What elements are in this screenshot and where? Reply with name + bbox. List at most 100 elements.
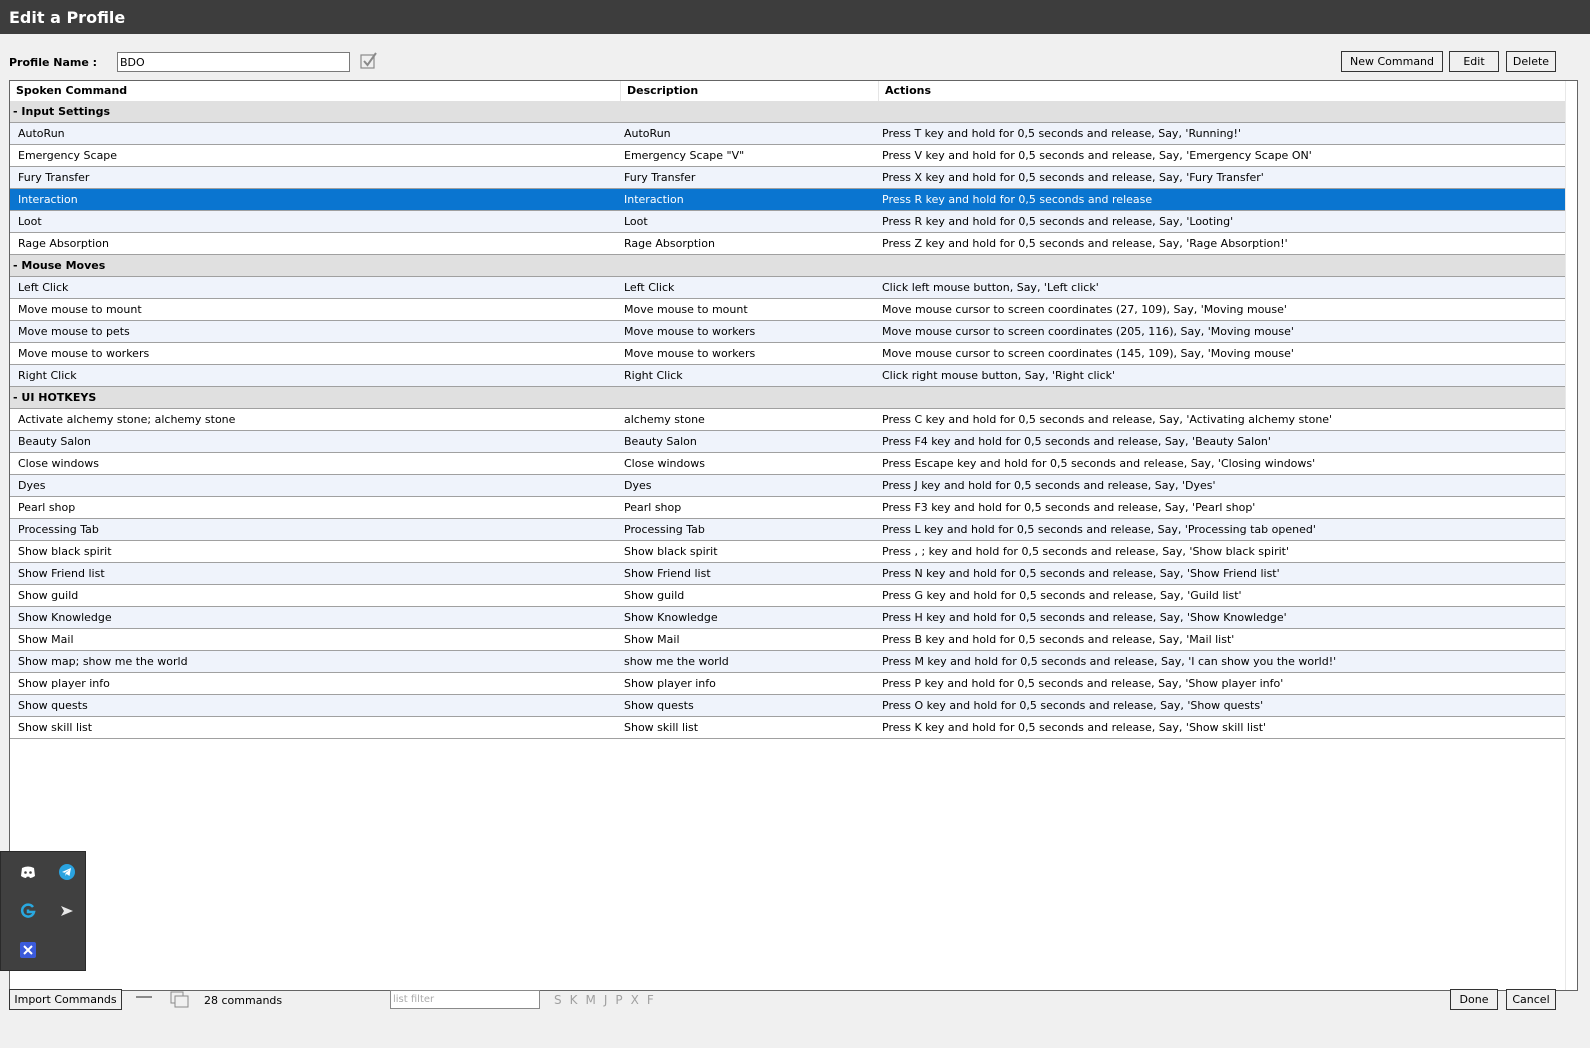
description-cell: Show black spirit: [624, 545, 718, 558]
column-header-description[interactable]: Description: [621, 81, 879, 101]
command-list[interactable]: Spoken Command Description Actions - Inp…: [9, 80, 1578, 991]
checkbox-check-icon[interactable]: [359, 51, 379, 71]
description-cell: Processing Tab: [624, 523, 705, 536]
profile-name-label: Profile Name :: [9, 56, 98, 69]
group-header-row[interactable]: - UI HOTKEYS: [10, 387, 1567, 409]
minus-icon[interactable]: [136, 996, 152, 998]
quick-filter-letter[interactable]: J: [604, 993, 608, 1007]
table-row[interactable]: Show map; show me the world show me the w…: [10, 651, 1567, 673]
discord-icon[interactable]: [19, 863, 37, 881]
table-row[interactable]: Show player info Show player info Press P …: [10, 673, 1567, 695]
table-row[interactable]: Right Click Right Click Click right mouse …: [10, 365, 1567, 387]
quick-filter-letter[interactable]: M: [586, 993, 596, 1007]
quick-filter-letter[interactable]: F: [647, 993, 654, 1007]
logitech-g-icon[interactable]: [19, 902, 37, 920]
table-row[interactable]: Beauty Salon Beauty Salon Press F4 key and…: [10, 431, 1567, 453]
quick-filter-letter[interactable]: K: [570, 993, 578, 1007]
table-row[interactable]: Close windows Close windows Press Escape k…: [10, 453, 1567, 475]
table-row[interactable]: Move mouse to mount Move mouse to mount Mo…: [10, 299, 1567, 321]
action-cell: Press O key and hold for 0,5 seconds and…: [882, 699, 1264, 712]
group-header-row[interactable]: - Mouse Moves: [10, 255, 1567, 277]
action-cell: Press F4 key and hold for 0,5 seconds an…: [882, 435, 1271, 448]
table-row[interactable]: Move mouse to pets Move mouse to workers M…: [10, 321, 1567, 343]
description-cell: Show quests: [624, 699, 694, 712]
list-header: Spoken Command Description Actions: [10, 81, 1577, 101]
title-bar: Edit a Profile: [0, 0, 1590, 34]
description-cell: Show Friend list: [624, 567, 711, 580]
quick-filter-letter[interactable]: X: [631, 993, 639, 1007]
group-header-row[interactable]: - Input Settings: [10, 101, 1567, 123]
action-cell: Press N key and hold for 0,5 seconds and…: [882, 567, 1280, 580]
profile-name-input[interactable]: [117, 52, 350, 72]
description-cell: Move mouse to workers: [624, 325, 756, 338]
spoken-command-cell: Show Friend list: [18, 567, 105, 580]
description-cell: show me the world: [624, 655, 729, 668]
table-row[interactable]: Show quests Show quests Press O key and ho…: [10, 695, 1567, 717]
new-command-button[interactable]: New Command: [1341, 51, 1443, 72]
done-button[interactable]: Done: [1450, 989, 1498, 1010]
action-cell: Press G key and hold for 0,5 seconds and…: [882, 589, 1242, 602]
spoken-command-cell: Processing Tab: [18, 523, 99, 536]
column-header-actions[interactable]: Actions: [879, 81, 1569, 101]
table-row[interactable]: Left Click Left Click Click left mouse but…: [10, 277, 1567, 299]
airplane-icon[interactable]: [58, 902, 76, 920]
table-row-selected[interactable]: Interaction Interaction Press R key and ho…: [10, 189, 1567, 211]
action-cell: Move mouse cursor to screen coordinates …: [882, 347, 1294, 360]
table-row[interactable]: Show black spirit Show black spirit Press …: [10, 541, 1567, 563]
description-cell: Show Mail: [624, 633, 680, 646]
edit-button[interactable]: Edit: [1449, 51, 1499, 72]
table-row[interactable]: Show guild Show guild Press G key and hold…: [10, 585, 1567, 607]
table-row[interactable]: Show Friend list Show Friend list Press N …: [10, 563, 1567, 585]
action-cell: Press P key and hold for 0,5 seconds and…: [882, 677, 1284, 690]
table-row[interactable]: AutoRun AutoRun Press T key and hold for 0…: [10, 123, 1567, 145]
table-row[interactable]: Fury Transfer Fury Transfer Press X key an…: [10, 167, 1567, 189]
import-commands-button[interactable]: Import Commands: [9, 989, 122, 1010]
table-row[interactable]: Dyes Dyes Press J key and hold for 0,5 sec…: [10, 475, 1567, 497]
description-cell: Loot: [624, 215, 648, 228]
quick-filter-letter[interactable]: P: [615, 993, 622, 1007]
table-row[interactable]: Pearl shop Pearl shop Press F3 key and hol…: [10, 497, 1567, 519]
vertical-scrollbar[interactable]: [1565, 81, 1577, 990]
description-cell: Move mouse to workers: [624, 347, 756, 360]
quick-filter-letter[interactable]: S: [554, 993, 562, 1007]
table-row[interactable]: Show skill list Show skill list Press K ke…: [10, 717, 1567, 739]
spoken-command-cell: Show quests: [18, 699, 88, 712]
action-cell: Press T key and hold for 0,5 seconds and…: [882, 127, 1241, 140]
description-cell: Fury Transfer: [624, 171, 696, 184]
description-cell: AutoRun: [624, 127, 671, 140]
telegram-icon[interactable]: [58, 863, 76, 881]
table-row[interactable]: Activate alchemy stone; alchemy stone alc…: [10, 409, 1567, 431]
action-cell: Press H key and hold for 0,5 seconds and…: [882, 611, 1287, 624]
description-cell: Emergency Scape "V": [624, 149, 745, 162]
spoken-command-cell: Move mouse to pets: [18, 325, 130, 338]
spoken-command-cell: Emergency Scape: [18, 149, 118, 162]
copy-icon[interactable]: [170, 991, 190, 1009]
spoken-command-cell: Left Click: [18, 281, 69, 294]
cancel-button[interactable]: Cancel: [1506, 989, 1556, 1010]
spoken-command-cell: Activate alchemy stone; alchemy stone: [18, 413, 236, 426]
table-row[interactable]: Move mouse to workers Move mouse to worke…: [10, 343, 1567, 365]
column-header-spoken-command[interactable]: Spoken Command: [10, 81, 621, 101]
table-row[interactable]: Processing Tab Processing Tab Press L key …: [10, 519, 1567, 541]
action-cell: Press K key and hold for 0,5 seconds and…: [882, 721, 1267, 734]
group-label: - Input Settings: [13, 105, 111, 118]
table-row[interactable]: Show Knowledge Show Knowledge Press H key …: [10, 607, 1567, 629]
command-count: 28 commands: [204, 994, 283, 1007]
description-cell: Show guild: [624, 589, 685, 602]
action-cell: Press R key and hold for 0,5 seconds and…: [882, 215, 1234, 228]
action-cell: Click left mouse button, Say, 'Left clic…: [882, 281, 1099, 294]
table-row[interactable]: Loot Loot Press R key and hold for 0,5 sec…: [10, 211, 1567, 233]
table-row[interactable]: Rage Absorption Rage Absorption Press Z ke…: [10, 233, 1567, 255]
action-cell: Press J key and hold for 0,5 seconds and…: [882, 479, 1216, 492]
action-cell: Press R key and hold for 0,5 seconds and…: [882, 193, 1153, 206]
table-row[interactable]: Emergency Scape Emergency Scape "V" Press …: [10, 145, 1567, 167]
delete-button[interactable]: Delete: [1506, 51, 1556, 72]
app-x-icon[interactable]: [19, 941, 37, 959]
description-cell: Interaction: [624, 193, 684, 206]
description-cell: Show player info: [624, 677, 716, 690]
spoken-command-cell: Show player info: [18, 677, 110, 690]
table-row[interactable]: Show Mail Show Mail Press B key and hold f…: [10, 629, 1567, 651]
description-cell: Left Click: [624, 281, 675, 294]
spoken-command-cell: Show Mail: [18, 633, 74, 646]
list-filter-input[interactable]: [390, 990, 540, 1009]
